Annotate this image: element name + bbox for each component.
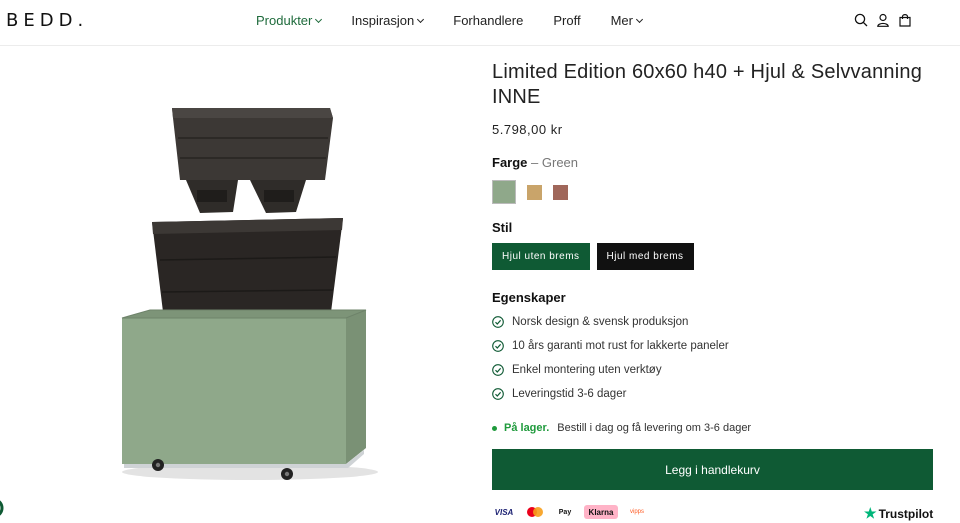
payment-methods: VISA Pay Klarna vipps	[492, 505, 648, 519]
check-circle-icon	[492, 340, 504, 352]
feature-item: Leveringstid 3-6 dager	[492, 387, 937, 401]
product-title: Limited Edition 60x60 h40 + Hjul & Selvv…	[492, 61, 923, 108]
color-swatches	[492, 180, 937, 204]
check-circle-icon	[492, 388, 504, 400]
nav-label: Inspirasjon	[351, 13, 415, 28]
add-to-cart-button[interactable]: Legg i handlekurv	[492, 449, 933, 490]
klarna-logo: Klarna	[584, 505, 618, 519]
corner-badge-icon	[0, 500, 4, 516]
nav-label: Forhandlere	[453, 13, 524, 28]
feature-text: Enkel montering uten verktøy	[512, 364, 662, 376]
mastercard-logo-icon	[527, 507, 543, 517]
trustpilot-badge[interactable]: ★ Trustpilot	[864, 505, 933, 522]
stock-status: På lager. Bestill i dag og få levering o…	[492, 422, 937, 434]
star-icon: ★	[864, 505, 877, 521]
feature-text: Norsk design & svensk produksjon	[512, 316, 689, 328]
style-label: Stil	[492, 220, 513, 235]
feature-text: 10 års garanti mot rust for lakkerte pan…	[512, 340, 729, 352]
search-icon[interactable]	[854, 13, 868, 27]
swatch-rust[interactable]	[553, 184, 568, 200]
swatch-sand[interactable]	[527, 184, 542, 200]
stock-dot-icon	[492, 425, 497, 431]
features-title: Egenskaper	[492, 290, 566, 305]
nav-label: Proff	[553, 13, 581, 28]
swatch-green[interactable]	[492, 180, 516, 204]
feature-item: Enkel montering uten verktøy	[492, 363, 937, 377]
cart-icon[interactable]	[898, 13, 912, 27]
stock-label: På lager.	[504, 422, 550, 434]
check-circle-icon	[492, 364, 504, 376]
trustpilot-label: Trustpilot	[878, 506, 934, 521]
header-actions	[854, 13, 912, 27]
stock-note: Bestill i dag og få levering om 3-6 dage…	[557, 422, 752, 434]
chevron-down-icon	[635, 15, 644, 23]
product-info: Limited Edition 60x60 h40 + Hjul & Selvv…	[492, 60, 937, 490]
style-options: Hjul uten brems Hjul med brems	[492, 243, 937, 270]
color-label-row: Farge – Green	[492, 155, 937, 170]
product-image[interactable]	[0, 60, 480, 500]
features-list: Norsk design & svensk produksjon 10 års …	[492, 315, 937, 401]
nav-item-produkter[interactable]: Produkter	[256, 13, 323, 28]
chevron-down-icon	[315, 15, 323, 23]
color-separator: –	[531, 155, 539, 170]
color-selected-value: Green	[541, 155, 579, 170]
applepay-logo: Pay	[558, 508, 572, 516]
brand-logo[interactable]: BEDD.	[6, 10, 88, 31]
vipps-logo: vipps	[629, 509, 644, 515]
feature-item: Norsk design & svensk produksjon	[492, 315, 937, 329]
style-option-uten-brems[interactable]: Hjul uten brems	[492, 243, 590, 270]
visa-logo: VISA	[494, 507, 514, 517]
main-nav: Produkter Inspirasjon Forhandlere Proff …	[256, 13, 672, 28]
feature-text: Leveringstid 3-6 dager	[512, 388, 627, 400]
nav-label: Mer	[610, 13, 633, 28]
chevron-down-icon	[417, 15, 425, 23]
site-header: BEDD. Produkter Inspirasjon Forhandlere …	[0, 0, 960, 46]
planter-illustration	[121, 108, 378, 480]
feature-item: 10 års garanti mot rust for lakkerte pan…	[492, 339, 937, 353]
check-circle-icon	[492, 316, 504, 328]
nav-item-mer[interactable]: Mer	[610, 13, 644, 28]
color-label: Farge	[492, 155, 528, 170]
nav-item-inspirasjon[interactable]: Inspirasjon	[351, 13, 425, 28]
account-icon[interactable]	[876, 13, 890, 27]
nav-label: Produkter	[256, 13, 313, 28]
style-option-med-brems[interactable]: Hjul med brems	[596, 243, 694, 270]
product-price: 5.798,00 kr	[492, 122, 563, 137]
nav-item-proff[interactable]: Proff	[553, 13, 580, 28]
nav-item-forhandlere[interactable]: Forhandlere	[453, 13, 523, 28]
